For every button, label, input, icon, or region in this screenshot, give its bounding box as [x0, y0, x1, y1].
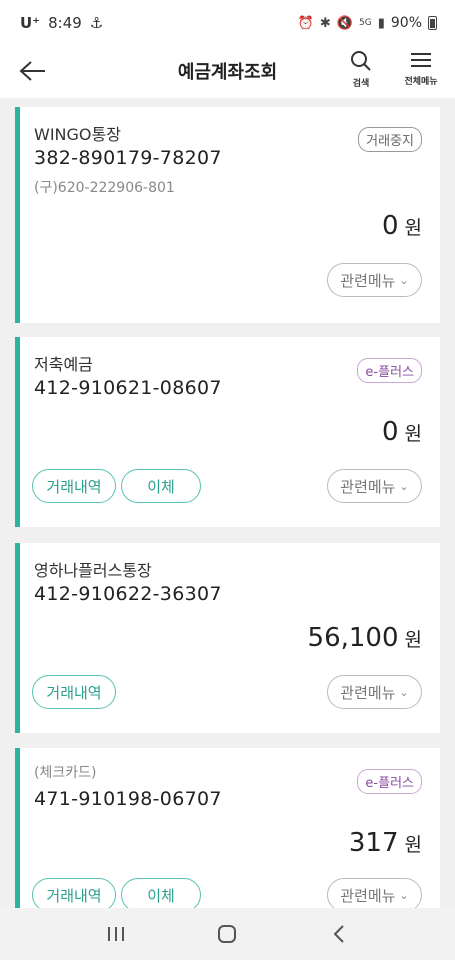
hamburger-menu-icon	[411, 53, 431, 67]
account-balance: 0 원	[382, 211, 422, 241]
home-icon	[218, 925, 237, 943]
transfer-button[interactable]: 이체	[121, 878, 201, 908]
alarm-icon: ⏰	[297, 15, 314, 31]
search-button[interactable]: 검색	[337, 50, 385, 94]
balance-amount: 0	[381, 211, 399, 241]
account-card[interactable]: (체크카드) e-플러스 471-910198-06707 317 원 거래내역…	[15, 748, 440, 908]
mute-icon: 🔇	[336, 15, 354, 31]
account-card[interactable]: 영하나플러스통장 412-910622-36307 56,100 원 거래내역 …	[15, 543, 440, 733]
currency-label: 원	[404, 834, 422, 856]
related-menu-button[interactable]: 관련메뉴 ⌄	[327, 469, 422, 503]
balance-amount: 56,100	[307, 623, 399, 653]
5g-icon: 5G	[359, 18, 372, 28]
currency-label: 원	[404, 423, 422, 445]
home-button[interactable]	[197, 912, 257, 956]
arrow-left-icon	[19, 61, 45, 81]
status-time: 8:49	[48, 14, 82, 32]
account-card[interactable]: 저축예금 e-플러스 412-910621-08607 0 원 거래내역 이체 …	[15, 337, 440, 527]
account-number: 412-910621-08607	[34, 377, 222, 399]
status-bar: U⁺ 8:49 ⚓ ⏰ ✱ 🔇 5G ▮ 90%	[0, 0, 455, 46]
transaction-history-button[interactable]: 거래내역	[32, 878, 116, 908]
carrier-label: U⁺	[20, 14, 41, 32]
related-menu-label: 관련메뉴	[340, 271, 396, 290]
balance-amount: 317	[348, 828, 399, 858]
account-number: 382-890179-78207	[34, 147, 222, 169]
chevron-down-icon: ⌄	[399, 479, 409, 493]
currency-label: 원	[404, 217, 422, 239]
notification-icon: ⚓	[89, 14, 104, 32]
status-badge: e-플러스	[357, 769, 422, 794]
page-title: 예금계좌조회	[177, 62, 278, 83]
app-header: 예금계좌조회 검색 전체메뉴	[0, 46, 455, 98]
transfer-label: 이체	[147, 477, 175, 496]
account-name: 저축예금	[34, 355, 93, 374]
account-balance: 317 원	[349, 828, 422, 858]
transaction-history-button[interactable]: 거래내역	[32, 469, 116, 503]
related-menu-button[interactable]: 관련메뉴 ⌄	[327, 263, 422, 297]
full-menu-label: 전체메뉴	[404, 77, 438, 87]
status-badge: 거래중지	[358, 127, 422, 152]
history-label: 거래내역	[46, 477, 102, 496]
battery-icon	[428, 16, 437, 30]
account-name: 영하나플러스통장	[34, 561, 152, 580]
transfer-button[interactable]: 이체	[121, 469, 201, 503]
account-card[interactable]: WINGO통장 거래중지 382-890179-78207 (구)620-222…	[15, 107, 440, 323]
related-menu-label: 관련메뉴	[340, 477, 396, 496]
account-list[interactable]: WINGO통장 거래중지 382-890179-78207 (구)620-222…	[0, 98, 455, 908]
account-number: 471-910198-06707	[34, 788, 222, 810]
related-menu-label: 관련메뉴	[340, 886, 396, 905]
full-menu-button[interactable]: 전체메뉴	[397, 50, 445, 94]
account-balance: 56,100 원	[308, 623, 422, 653]
related-menu-label: 관련메뉴	[340, 683, 396, 702]
chevron-down-icon: ⌄	[399, 888, 409, 902]
balance-amount: 0	[381, 417, 399, 447]
system-back-button[interactable]	[309, 912, 369, 956]
history-label: 거래내역	[46, 683, 102, 702]
account-name: (체크카드)	[34, 765, 97, 781]
back-button[interactable]	[16, 54, 50, 88]
currency-label: 원	[404, 629, 422, 651]
related-menu-button[interactable]: 관련메뉴 ⌄	[327, 675, 422, 709]
recent-apps-icon	[107, 927, 124, 941]
related-menu-button[interactable]: 관련메뉴 ⌄	[327, 878, 422, 908]
system-navigation-bar	[0, 908, 455, 960]
chevron-left-icon	[333, 925, 344, 943]
battery-percent: 90%	[390, 15, 422, 31]
old-account-number: (구)620-222906-801	[34, 180, 175, 196]
chevron-down-icon: ⌄	[399, 273, 409, 287]
transfer-label: 이체	[147, 886, 175, 905]
account-balance: 0 원	[382, 417, 422, 447]
transaction-history-button[interactable]: 거래내역	[32, 675, 116, 709]
bluetooth-icon: ✱	[319, 15, 331, 31]
account-name: WINGO통장	[34, 125, 121, 144]
status-badge: e-플러스	[357, 358, 422, 383]
account-number: 412-910622-36307	[34, 583, 222, 605]
history-label: 거래내역	[46, 886, 102, 905]
signal-icon: ▮	[377, 15, 385, 31]
search-icon	[351, 51, 371, 71]
recent-apps-button[interactable]	[86, 912, 146, 956]
search-label: 검색	[352, 79, 370, 89]
chevron-down-icon: ⌄	[399, 685, 409, 699]
